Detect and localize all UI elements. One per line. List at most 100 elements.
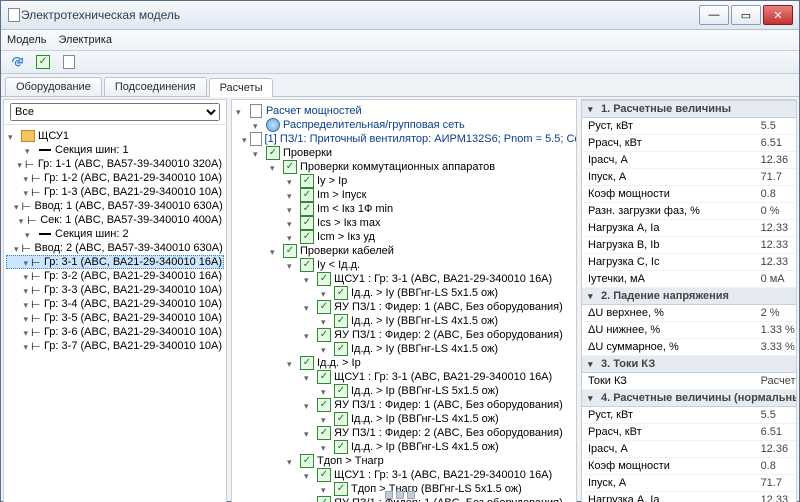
switchgear-checks[interactable]: Проверки коммутационных аппаратов bbox=[234, 160, 574, 174]
prop-row[interactable]: Коэф мощности0.8 bbox=[582, 186, 797, 203]
bus-section[interactable]: Секция шин: 2 bbox=[6, 227, 224, 241]
check-item[interactable]: ЯУ ПЗ/1 : Фидер: 2 (ABC, Без оборудовани… bbox=[234, 426, 574, 440]
prop-row[interactable]: Iутечки, мА0 мА bbox=[582, 271, 797, 288]
prop-row[interactable]: ΔU суммарное, %3.33 % bbox=[582, 339, 797, 356]
breaker-node[interactable]: Гр: 3-6 (ABC, ВА21-29-340010 10А) bbox=[6, 325, 224, 339]
expand-icon[interactable] bbox=[19, 215, 25, 225]
prop-row[interactable]: Iрасч, А12.36 bbox=[582, 152, 797, 169]
filter-select[interactable]: Все bbox=[10, 103, 220, 121]
prop-row[interactable]: Iпуск, А71.7 bbox=[582, 169, 797, 186]
prop-row[interactable]: Токи КЗРасчеты токов КЗ bbox=[582, 373, 797, 390]
breaker-node[interactable]: Гр: 3-2 (ABC, ВА21-29-340010 16А) bbox=[6, 269, 224, 283]
expand-icon[interactable] bbox=[23, 187, 28, 197]
expand-icon[interactable] bbox=[321, 442, 331, 452]
breaker-node[interactable]: Гр: 1-1 (ABC, ВА57-39-340010 320А) bbox=[6, 157, 224, 171]
prop-section[interactable]: 4. Расчетные величины (нормальный режим) bbox=[582, 390, 797, 407]
expand-icon[interactable] bbox=[304, 302, 314, 312]
expand-icon[interactable] bbox=[287, 456, 297, 466]
tie-breaker[interactable]: Сек: 1 (ABC, ВА57-39-340010 400А) bbox=[6, 213, 224, 227]
expand-icon[interactable] bbox=[321, 484, 331, 494]
breaker-node[interactable]: Гр: 3-5 (ABC, ВА21-29-340010 10А) bbox=[6, 311, 224, 325]
check-item[interactable]: Im > Iпуск bbox=[234, 188, 574, 202]
check-item[interactable]: Im < Iкз 1Ф min bbox=[234, 202, 574, 216]
titlebar[interactable]: Электротехническая модель — ▭ ✕ bbox=[1, 1, 799, 30]
expand-icon[interactable] bbox=[25, 229, 35, 239]
prop-row[interactable]: Разн. загрузки фаз, %0 % bbox=[582, 203, 797, 220]
expand-icon[interactable] bbox=[287, 218, 297, 228]
expand-icon[interactable] bbox=[287, 204, 297, 214]
expand-icon[interactable] bbox=[8, 131, 18, 141]
bus-section[interactable]: Секция шин: 1 bbox=[6, 143, 224, 157]
expand-icon[interactable] bbox=[253, 148, 263, 158]
expand-icon[interactable] bbox=[242, 134, 247, 144]
check-icon[interactable] bbox=[33, 52, 53, 72]
panel-node[interactable]: ЩСУ1 bbox=[6, 129, 224, 143]
breaker-node[interactable]: Гр: 1-3 (ABC, ВА21-29-340010 10А) bbox=[6, 185, 224, 199]
prop-row[interactable]: Нагрузка А, Iа12.33 bbox=[582, 492, 797, 502]
check-group[interactable]: Iy < Iд.д. bbox=[234, 258, 574, 272]
prop-row[interactable]: Ррасч, кВт6.51 bbox=[582, 424, 797, 441]
calc-root[interactable]: Расчет мощностей bbox=[234, 104, 574, 118]
check-item[interactable]: Iд.д. > Iр (ВВГнг-LS 5x1.5 ож) bbox=[234, 384, 574, 398]
prop-row[interactable]: Нагрузка B, Ib12.33 bbox=[582, 237, 797, 254]
prop-row[interactable]: Коэф мощности0.8 bbox=[582, 458, 797, 475]
maximize-button[interactable]: ▭ bbox=[731, 5, 761, 25]
check-item[interactable]: Ics > Iкз max bbox=[234, 216, 574, 230]
tab-equipment[interactable]: Оборудование bbox=[5, 77, 102, 96]
refresh-icon[interactable] bbox=[7, 52, 27, 72]
check-item[interactable]: Icm > Iкз уд bbox=[234, 230, 574, 244]
expand-icon[interactable] bbox=[304, 274, 314, 284]
check-item[interactable]: Iy > Ip bbox=[234, 174, 574, 188]
close-button[interactable]: ✕ bbox=[763, 5, 793, 25]
expand-icon[interactable] bbox=[287, 176, 297, 186]
breaker-node[interactable]: Ввод: 2 (ABC, ВА57-39-340010 630А) bbox=[6, 241, 224, 255]
check-item[interactable]: ЩСУ1 : Гр: 3-1 (ABC, ВА21-29-340010 16А) bbox=[234, 370, 574, 384]
prop-row[interactable]: Iпуск, А71.7 bbox=[582, 475, 797, 492]
resize-grip-icon[interactable] bbox=[378, 490, 422, 500]
expand-icon[interactable] bbox=[23, 285, 28, 295]
check-item[interactable]: Iд.д. > Iр (ВВГнг-LS 4x1.5 ож) bbox=[234, 440, 574, 454]
breaker-node[interactable]: Гр: 1-2 (ABC, ВА21-29-340010 10А) bbox=[6, 171, 224, 185]
check-item[interactable]: Iд.д. > Iy (ВВГнг-LS 4x1.5 ож) bbox=[234, 342, 574, 356]
expand-icon[interactable] bbox=[25, 145, 35, 155]
expand-icon[interactable] bbox=[253, 120, 263, 130]
prop-row[interactable]: Руст, кВт5.5 bbox=[582, 118, 797, 135]
menu-model[interactable]: Модель bbox=[7, 34, 46, 46]
expand-icon[interactable] bbox=[304, 400, 314, 410]
expand-icon[interactable] bbox=[287, 358, 297, 368]
prop-section[interactable]: 2. Падение напряжения bbox=[582, 288, 797, 305]
net-node[interactable]: Распределительная/групповая сеть bbox=[234, 118, 574, 132]
check-item[interactable]: ЩСУ1 : Гр: 3-1 (ABC, ВА21-29-340010 16А) bbox=[234, 468, 574, 482]
prop-row[interactable]: ΔU верхнее, %2 % bbox=[582, 305, 797, 322]
expand-icon[interactable] bbox=[287, 232, 297, 242]
prop-row[interactable]: Ррасч, кВт6.51 bbox=[582, 135, 797, 152]
expand-icon[interactable] bbox=[304, 498, 314, 502]
expand-icon[interactable] bbox=[321, 414, 331, 424]
check-item[interactable]: ЯУ ПЗ/1 : Фидер: 1 (ABC, Без оборудовани… bbox=[234, 398, 574, 412]
expand-icon[interactable] bbox=[236, 106, 246, 116]
expand-icon[interactable] bbox=[304, 470, 314, 480]
prop-row[interactable]: Руст, кВт5.5 bbox=[582, 407, 797, 424]
check-item[interactable]: Iд.д. > Iy (ВВГнг-LS 4x1.5 ож) bbox=[234, 314, 574, 328]
check-item[interactable]: ЩСУ1 : Гр: 3-1 (ABC, ВА21-29-340010 16А) bbox=[234, 272, 574, 286]
expand-icon[interactable] bbox=[23, 257, 28, 267]
expand-icon[interactable] bbox=[270, 162, 280, 172]
expand-icon[interactable] bbox=[270, 246, 280, 256]
expand-icon[interactable] bbox=[321, 344, 331, 354]
prop-row[interactable]: Нагрузка C, Ic12.33 bbox=[582, 254, 797, 271]
check-item[interactable]: ЯУ ПЗ/1 : Фидер: 1 (ABC, Без оборудовани… bbox=[234, 300, 574, 314]
prop-section[interactable]: 1. Расчетные величины bbox=[582, 101, 797, 118]
expand-icon[interactable] bbox=[23, 327, 28, 337]
breaker-node[interactable]: Гр: 3-4 (ABC, ВА21-29-340010 10А) bbox=[6, 297, 224, 311]
breaker-node[interactable]: Гр: 3-1 (ABC, ВА21-29-340010 16А) bbox=[6, 255, 224, 269]
expand-icon[interactable] bbox=[23, 341, 28, 351]
expand-icon[interactable] bbox=[23, 173, 28, 183]
expand-icon[interactable] bbox=[321, 316, 331, 326]
expand-icon[interactable] bbox=[23, 313, 28, 323]
expand-icon[interactable] bbox=[287, 260, 297, 270]
prop-section[interactable]: 3. Токи КЗ bbox=[582, 356, 797, 373]
expand-icon[interactable] bbox=[321, 386, 331, 396]
check-group[interactable]: Iд.д. > Iр bbox=[234, 356, 574, 370]
breaker-node[interactable]: Ввод: 1 (ABC, ВА57-39-340010 630А) bbox=[6, 199, 224, 213]
equip-node[interactable]: [1] ПЗ/1: Приточный вентилятор: АИРМ132S… bbox=[234, 132, 574, 146]
